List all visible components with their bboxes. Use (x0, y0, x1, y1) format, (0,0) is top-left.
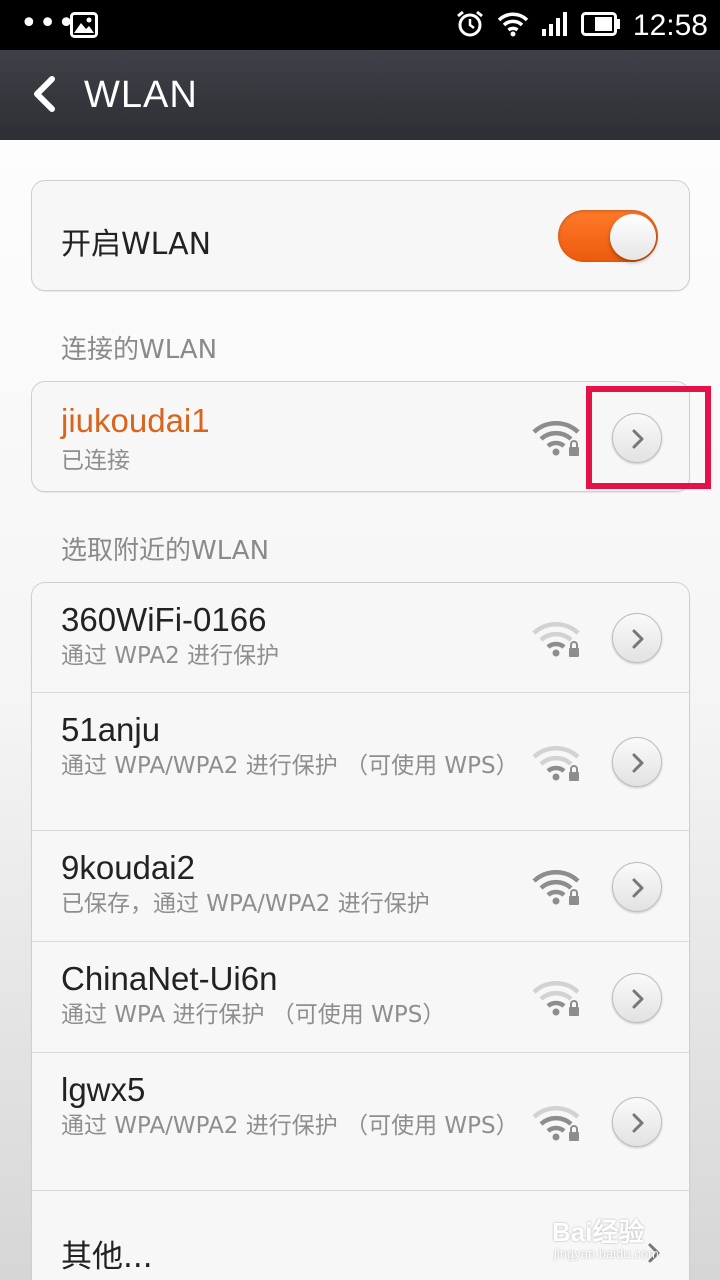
connected-section-label: 连接的WLAN (61, 335, 218, 365)
wifi-icon (497, 11, 529, 41)
chevron-right-icon (632, 629, 644, 649)
back-button[interactable] (28, 74, 64, 114)
network-row-lgwx5[interactable]: lgwx5 通过 WPA/WPA2 进行保护 （可使用 WPS） (32, 1053, 689, 1191)
network-security: 通过 WPA2 进行保护 (61, 643, 280, 669)
wifi-signal-lock-icon (532, 870, 580, 905)
network-security: 通过 WPA/WPA2 进行保护 （可使用 WPS） (61, 753, 519, 779)
network-security: 已保存，通过 WPA/WPA2 进行保护 (61, 891, 430, 917)
highlight-annotation (586, 386, 711, 489)
chevron-left-icon (34, 76, 55, 112)
network-details-button[interactable] (612, 1097, 662, 1147)
wlan-toggle-label: 开启WLAN (61, 227, 212, 262)
signal-icon (541, 11, 569, 41)
nearby-networks-list: 360WiFi-0166 通过 WPA2 进行保护 51anju 通过 WPA/… (31, 582, 690, 1280)
network-name: jiukoudai1 (61, 402, 210, 439)
network-row-9koudai2[interactable]: 9koudai2 已保存，通过 WPA/WPA2 进行保护 (32, 831, 689, 942)
title-bar: WLAN (0, 50, 720, 140)
alarm-icon (455, 9, 485, 43)
photo-icon (70, 12, 98, 42)
network-name: 360WiFi-0166 (61, 601, 267, 638)
chevron-right-icon (632, 753, 644, 773)
wifi-signal-lock-icon (532, 622, 580, 657)
other-network-label: 其他... (61, 1239, 153, 1275)
baidu-watermark: Bai经验 jingyan.baidu.com (552, 1212, 692, 1268)
network-details-button[interactable] (612, 613, 662, 663)
wlan-switch[interactable] (558, 210, 658, 262)
battery-icon (580, 12, 621, 40)
network-name: ChinaNet-Ui6n (61, 960, 278, 997)
network-name: 9koudai2 (61, 849, 195, 886)
wifi-signal-lock-icon (532, 421, 580, 456)
network-status: 已连接 (61, 448, 130, 474)
watermark-url: jingyan.baidu.com (554, 1246, 659, 1261)
network-details-button[interactable] (612, 737, 662, 787)
wifi-signal-lock-icon (532, 981, 580, 1016)
network-row-chinanet[interactable]: ChinaNet-Ui6n 通过 WPA 进行保护 （可使用 WPS） (32, 942, 689, 1053)
chevron-right-icon (632, 989, 644, 1009)
page-title: WLAN (84, 74, 198, 116)
chevron-right-icon (632, 1113, 644, 1133)
wlan-toggle-card: 开启WLAN (31, 180, 690, 291)
network-name: 51anju (61, 711, 161, 748)
clock: 12:58 (632, 9, 708, 42)
network-row-51anju[interactable]: 51anju 通过 WPA/WPA2 进行保护 （可使用 WPS） (32, 693, 689, 831)
switch-knob[interactable] (610, 214, 656, 260)
notification-dots: ••• (20, 6, 77, 41)
wifi-signal-lock-icon (532, 1106, 580, 1141)
nearby-section-label: 选取附近的WLAN (61, 536, 270, 566)
network-security: 通过 WPA 进行保护 （可使用 WPS） (61, 1002, 446, 1028)
status-bar: ••• 12:58 (0, 0, 720, 50)
network-details-button[interactable] (612, 973, 662, 1023)
wifi-signal-lock-icon (532, 746, 580, 781)
chevron-right-icon (632, 878, 644, 898)
network-security: 通过 WPA/WPA2 进行保护 （可使用 WPS） (61, 1113, 519, 1139)
watermark-logo-text: Bai经验 (552, 1217, 645, 1247)
network-name: lgwx5 (61, 1071, 146, 1108)
network-details-button[interactable] (612, 862, 662, 912)
network-row-360wifi[interactable]: 360WiFi-0166 通过 WPA2 进行保护 (32, 583, 689, 693)
